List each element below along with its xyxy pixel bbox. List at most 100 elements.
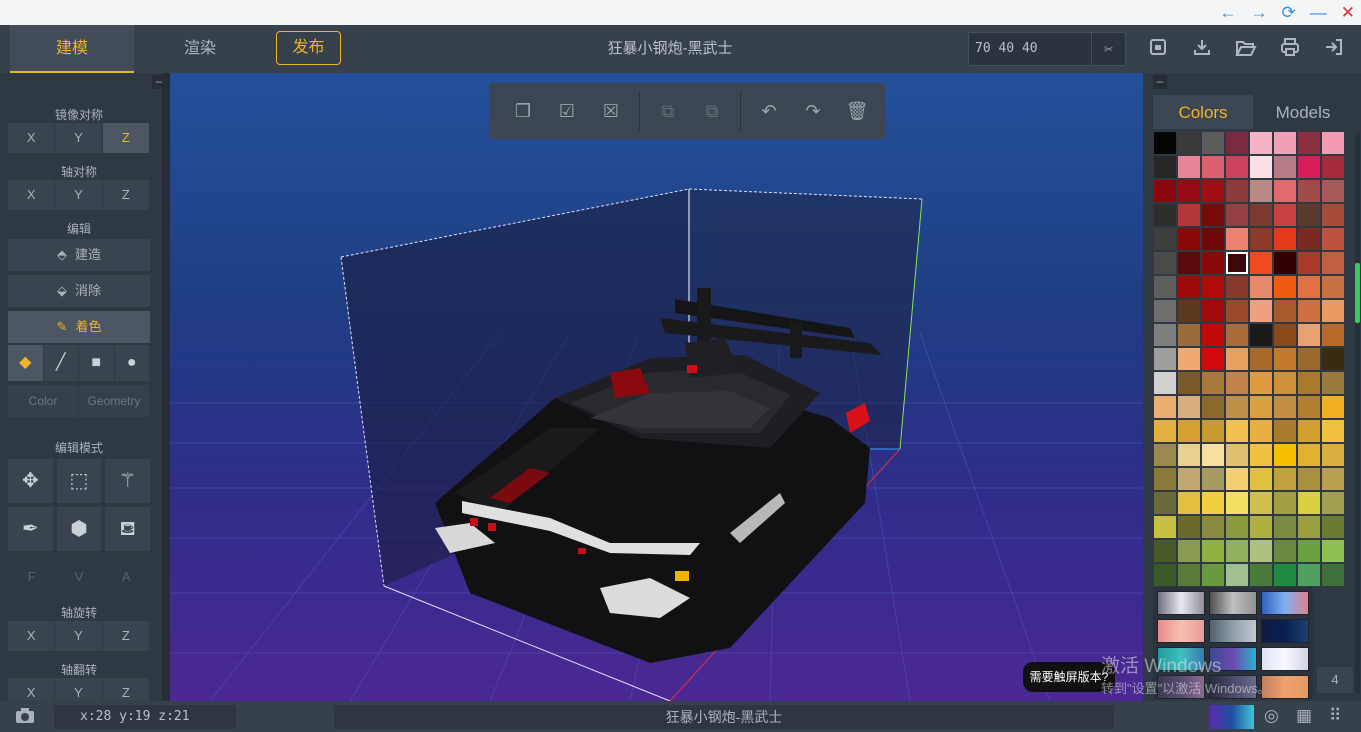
layer-down-icon[interactable]: ⧉: [646, 101, 690, 122]
select-box-icon[interactable]: ⬚: [56, 459, 102, 503]
color-swatch[interactable]: [1178, 540, 1200, 562]
delete-voxel-icon[interactable]: ⬢: [56, 507, 102, 551]
color-swatch[interactable]: [1322, 444, 1344, 466]
color-swatch[interactable]: [1154, 540, 1176, 562]
color-swatch[interactable]: [1178, 492, 1200, 514]
color-swatch[interactable]: [1322, 324, 1344, 346]
color-swatch[interactable]: [1298, 492, 1320, 514]
color-swatch[interactable]: [1154, 276, 1176, 298]
color-swatch[interactable]: [1298, 300, 1320, 322]
tab-models[interactable]: Models: [1253, 95, 1353, 129]
color-swatch[interactable]: [1226, 228, 1248, 250]
color-swatch[interactable]: [1274, 156, 1296, 178]
color-swatch[interactable]: [1250, 228, 1272, 250]
color-swatch[interactable]: [1298, 372, 1320, 394]
color-swatch[interactable]: [1298, 132, 1320, 154]
color-swatch[interactable]: [1322, 492, 1344, 514]
color-swatch[interactable]: [1178, 348, 1200, 370]
gradient-swatch[interactable]: [1261, 647, 1309, 671]
color-swatch[interactable]: [1274, 324, 1296, 346]
color-swatch[interactable]: [1202, 228, 1224, 250]
color-swatch[interactable]: [1226, 468, 1248, 490]
color-swatch[interactable]: [1298, 156, 1320, 178]
color-swatch[interactable]: [1226, 348, 1248, 370]
color-swatch[interactable]: [1322, 468, 1344, 490]
color-swatch[interactable]: [1178, 372, 1200, 394]
color-swatch[interactable]: [1274, 132, 1296, 154]
palette-page-number[interactable]: 4: [1317, 667, 1353, 693]
color-swatch[interactable]: [1298, 516, 1320, 538]
geometry-mode-button[interactable]: Geometry: [79, 385, 149, 417]
gradient-swatch[interactable]: [1209, 591, 1257, 615]
color-swatch[interactable]: [1322, 252, 1344, 274]
color-swatch[interactable]: [1178, 516, 1200, 538]
color-swatch[interactable]: [1322, 300, 1344, 322]
flip-x-button[interactable]: X: [8, 678, 55, 701]
axis-sym-x-button[interactable]: X: [8, 180, 55, 210]
color-swatch[interactable]: [1202, 396, 1224, 418]
color-swatch[interactable]: [1154, 444, 1176, 466]
color-swatch[interactable]: [1202, 540, 1224, 562]
color-swatch[interactable]: [1250, 156, 1272, 178]
color-swatch[interactable]: [1298, 228, 1320, 250]
color-swatch[interactable]: [1226, 300, 1248, 322]
delete-icon[interactable]: 🗑: [835, 101, 879, 122]
color-swatch[interactable]: [1322, 132, 1344, 154]
color-swatch[interactable]: [1178, 444, 1200, 466]
color-swatch[interactable]: [1202, 420, 1224, 442]
color-swatch[interactable]: [1274, 540, 1296, 562]
color-swatch[interactable]: [1226, 132, 1248, 154]
color-swatch[interactable]: [1274, 252, 1296, 274]
color-swatch[interactable]: [1178, 180, 1200, 202]
close-icon[interactable]: ✕: [1341, 0, 1355, 25]
color-swatch[interactable]: [1250, 468, 1272, 490]
redo-icon[interactable]: ↷: [791, 101, 835, 122]
color-swatch[interactable]: [1322, 204, 1344, 226]
color-swatch[interactable]: [1274, 564, 1296, 586]
color-swatch[interactable]: [1250, 276, 1272, 298]
deselect-icon[interactable]: ☒: [589, 101, 633, 122]
color-swatch[interactable]: [1154, 348, 1176, 370]
move-icon[interactable]: ✥: [8, 459, 53, 503]
build-button[interactable]: ⬘ 建造: [8, 239, 150, 271]
rotate-y-button[interactable]: Y: [55, 621, 102, 651]
scene-canvas[interactable]: [170, 73, 1143, 701]
color-swatch[interactable]: [1202, 564, 1224, 586]
color-swatch[interactable]: [1226, 492, 1248, 514]
color-swatch[interactable]: [1274, 516, 1296, 538]
mirror-y-button[interactable]: Y: [55, 123, 102, 153]
color-swatch[interactable]: [1250, 132, 1272, 154]
color-swatch[interactable]: [1154, 204, 1176, 226]
color-swatch[interactable]: [1202, 324, 1224, 346]
color-swatch[interactable]: [1274, 372, 1296, 394]
minimize-icon[interactable]: —: [1310, 0, 1327, 25]
color-swatch[interactable]: [1250, 564, 1272, 586]
magic-wand-icon[interactable]: ⚚: [105, 459, 150, 503]
forward-icon[interactable]: →: [1251, 0, 1268, 25]
color-swatch[interactable]: [1178, 396, 1200, 418]
rotate-x-button[interactable]: X: [8, 621, 55, 651]
color-swatch[interactable]: [1202, 348, 1224, 370]
copy-icon[interactable]: ❐: [501, 101, 545, 122]
color-swatch[interactable]: [1250, 204, 1272, 226]
color-swatch[interactable]: [1250, 252, 1272, 274]
color-swatch[interactable]: [1274, 468, 1296, 490]
download-icon[interactable]: [1190, 37, 1214, 61]
collapse-right-icon[interactable]: –: [1153, 75, 1167, 89]
folder-open-icon[interactable]: [1234, 37, 1258, 61]
color-swatch[interactable]: [1202, 468, 1224, 490]
flip-z-button[interactable]: Z: [102, 678, 149, 701]
grid-icon[interactable]: ▦: [1296, 706, 1312, 726]
color-swatch[interactable]: [1178, 468, 1200, 490]
color-swatch[interactable]: [1154, 228, 1176, 250]
layer-up-icon[interactable]: ⧉: [690, 101, 734, 122]
color-swatch[interactable]: [1298, 420, 1320, 442]
color-swatch[interactable]: [1298, 396, 1320, 418]
color-swatch[interactable]: [1322, 564, 1344, 586]
color-swatch[interactable]: [1274, 276, 1296, 298]
color-swatch[interactable]: [1250, 492, 1272, 514]
color-swatch[interactable]: [1250, 516, 1272, 538]
color-swatch[interactable]: [1178, 564, 1200, 586]
color-swatch[interactable]: [1154, 420, 1176, 442]
save-icon[interactable]: [1146, 37, 1170, 61]
